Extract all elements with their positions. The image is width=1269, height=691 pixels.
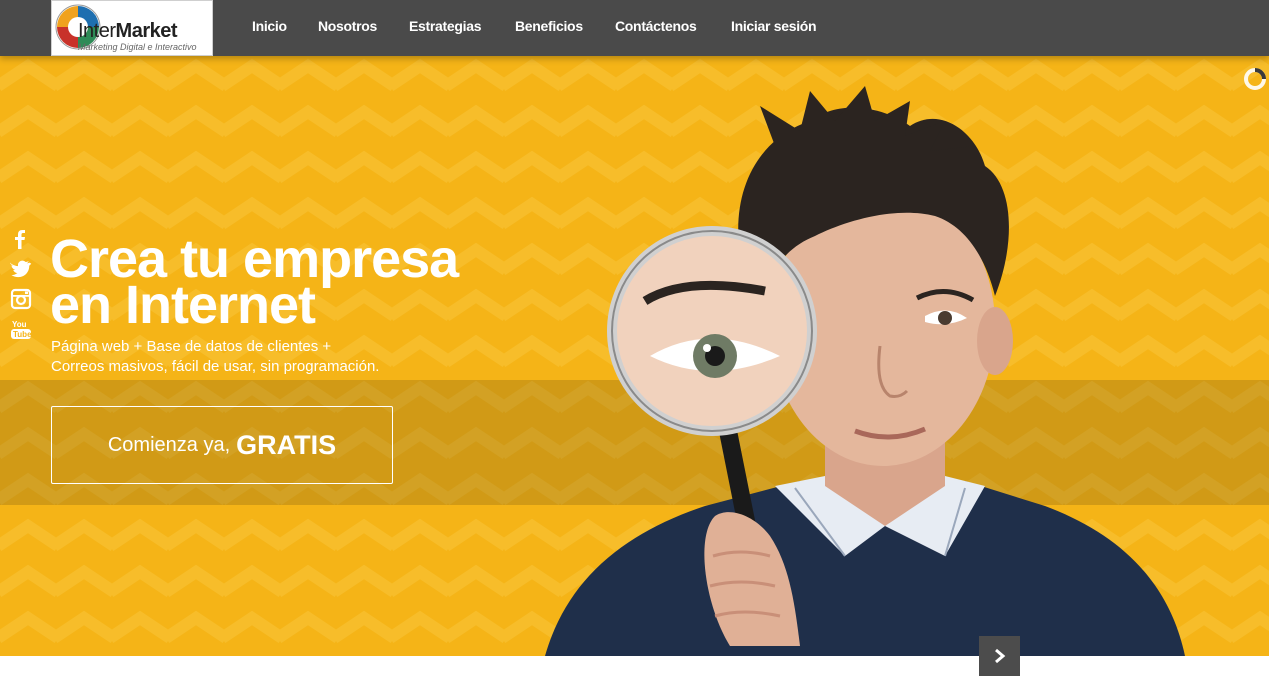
logo-wordmark: InterMarket <box>78 20 178 42</box>
start-free-button[interactable]: Comienza ya, GRATIS <box>51 406 393 484</box>
cta-light-text: Comienza ya, <box>107 434 231 456</box>
logo-tagline: Marketing Digital e Interactivo <box>78 42 197 52</box>
hero-subtext-line-1: Página web + Base de datos de clientes + <box>51 338 332 355</box>
nav-item-contactenos[interactable]: Contáctenos <box>615 17 697 35</box>
chevron-right-icon <box>994 648 1005 664</box>
hero-slider: You Tube Crea tu empresa en Internet Pág… <box>0 56 1269 656</box>
hero-subtext-line-2: Correos masivos, fácil de usar, sin prog… <box>51 358 380 375</box>
svg-text:Tube: Tube <box>13 330 32 339</box>
cta-bold-text: GRATIS <box>236 430 337 460</box>
facebook-icon[interactable] <box>10 228 32 250</box>
nav-item-beneficios[interactable]: Beneficios <box>515 17 583 35</box>
logo-name-light: Inter <box>78 20 116 42</box>
svg-text:You: You <box>12 320 27 329</box>
intermarket-logo[interactable]: InterMarket Marketing Digital e Interact… <box>51 0 213 56</box>
nav-item-nosotros[interactable]: Nosotros <box>318 17 377 35</box>
loading-spinner-icon <box>1244 68 1266 90</box>
nav-item-inicio[interactable]: Inicio <box>252 17 287 35</box>
man-with-magnifying-glass-image <box>545 86 1185 656</box>
instagram-icon[interactable] <box>10 288 32 310</box>
hero-subtext: Página web + Base de datos de clientes +… <box>51 337 379 377</box>
logo-name-bold: Market <box>115 20 178 42</box>
youtube-icon[interactable]: You Tube <box>10 318 32 340</box>
slider-next-button[interactable] <box>979 636 1020 676</box>
nav-item-estrategias[interactable]: Estrategias <box>409 17 481 35</box>
hero-headline: Crea tu empresa en Internet <box>50 232 459 332</box>
top-navbar: InterMarket Marketing Digital e Interact… <box>0 0 1269 56</box>
nav-item-iniciar-sesion[interactable]: Iniciar sesión <box>731 17 817 35</box>
twitter-icon[interactable] <box>10 258 32 280</box>
